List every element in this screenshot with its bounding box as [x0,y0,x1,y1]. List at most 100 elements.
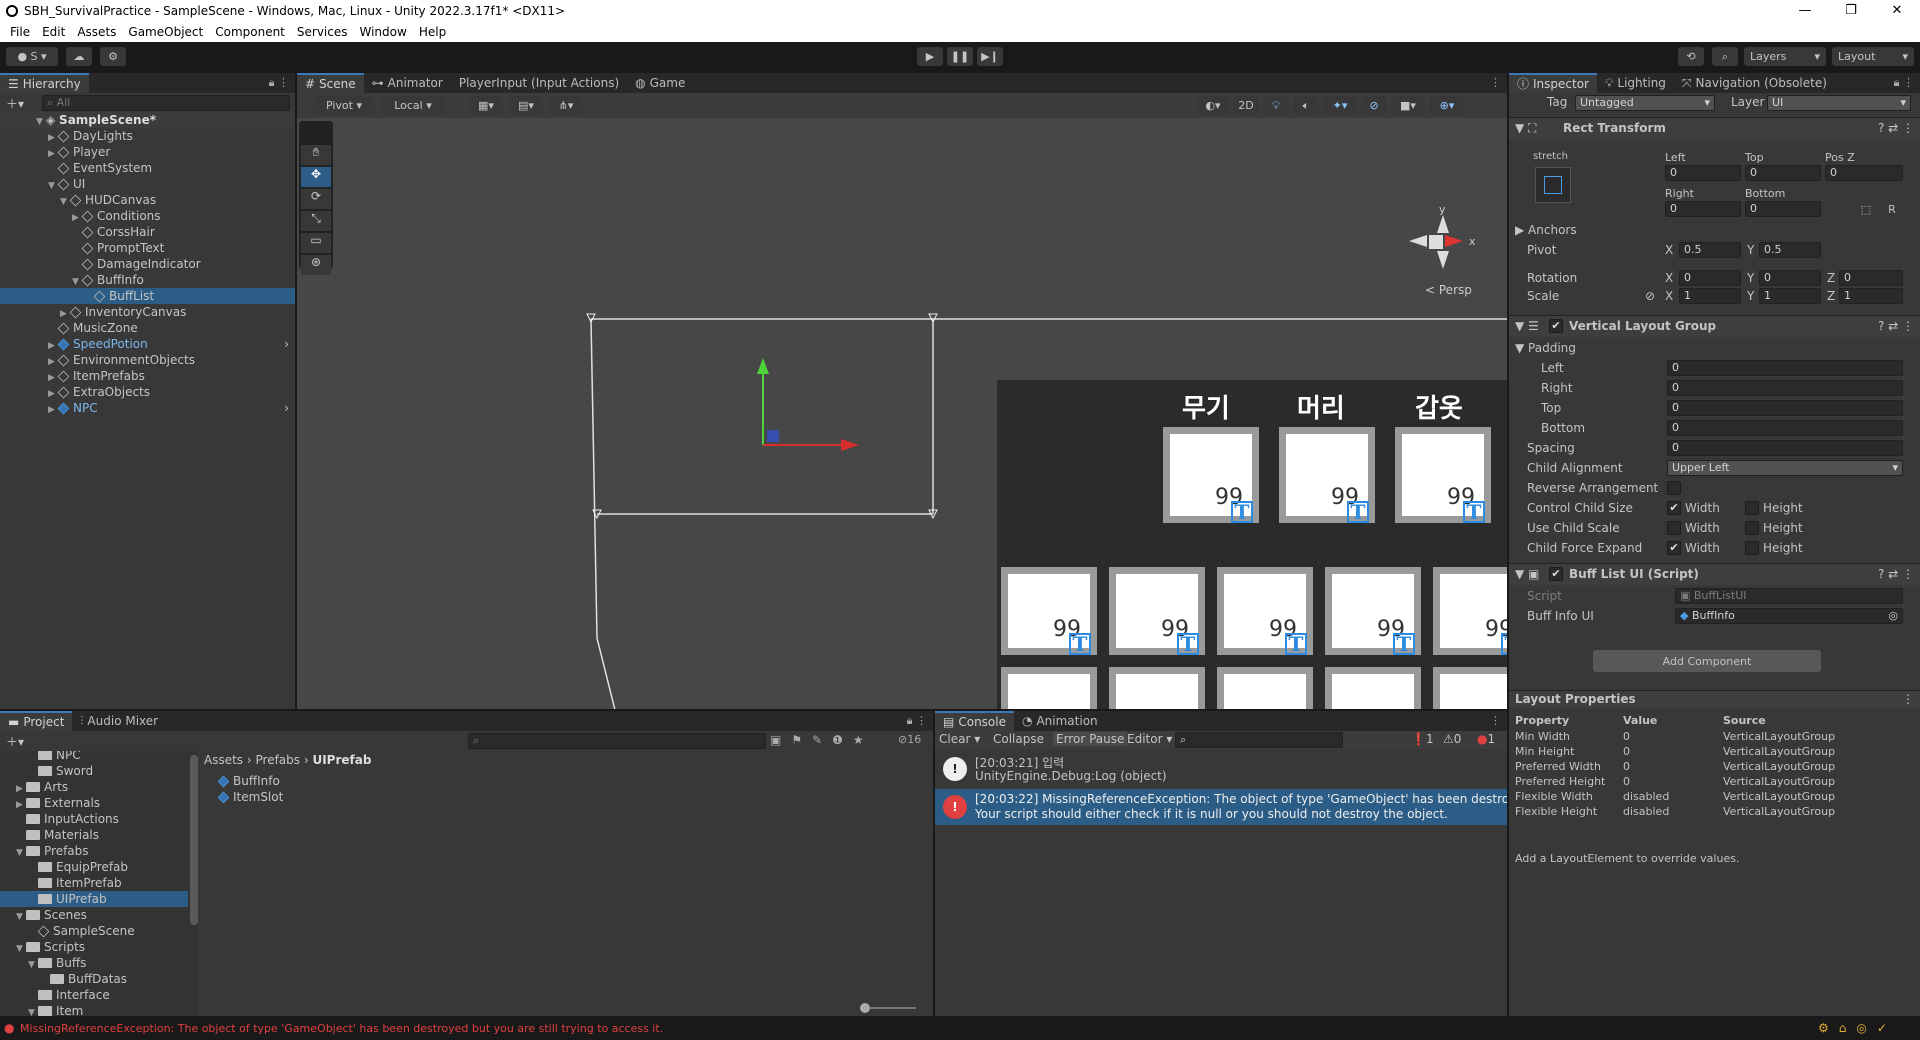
step-button[interactable]: ▶❙ [977,47,1003,66]
reverse-arrangement-checkbox[interactable] [1667,481,1681,495]
scale-z-field[interactable]: 1 [1839,288,1903,304]
project-folder-item[interactable]: ▼ Prefabs [0,843,188,859]
project-folder-item[interactable]: ▼ Buffs [0,955,188,971]
tab-scene[interactable]: # Scene [297,73,364,93]
project-folder-item[interactable]: ▼ Item [0,1003,188,1016]
hierarchy-item[interactable]: DamageIndicator [0,256,295,272]
scene-root-row[interactable]: ▼ ◈ SampleScene* [0,112,295,128]
minimize-icon[interactable]: — [1782,3,1828,18]
menu-assets[interactable]: Assets [71,25,122,39]
tab-project[interactable]: ▬ Project [0,711,73,731]
tab-inspector[interactable]: ⓘ Inspector [1509,73,1597,93]
expand-width-checkbox[interactable]: ✔ [1667,541,1681,555]
2d-toggle[interactable]: 2D [1233,96,1259,115]
tab-playerinput[interactable]: PlayerInput (Input Actions) [451,73,627,93]
hierarchy-item[interactable]: ▶ DayLights [0,128,295,144]
warn-count-toggle[interactable]: ⚠0 [1443,732,1461,746]
vlg-enabled-checkbox[interactable]: ✔ [1549,319,1563,333]
anchors-foldout[interactable]: ▶ Anchors [1515,223,1577,237]
control-height-checkbox[interactable] [1745,501,1759,515]
grid-toggle-icon[interactable]: ▤▾ [509,96,543,115]
padding-right-field[interactable]: 0 [1667,380,1903,396]
buff-info-ui-field[interactable]: ◆ BuffInfo ◎ [1675,608,1903,624]
padding-bottom-field[interactable]: 0 [1667,420,1903,436]
padding-foldout[interactable]: ▼ Padding [1515,341,1576,355]
tag-dropdown[interactable]: Untagged ▾ [1575,95,1715,111]
anchor-preset-button[interactable] [1535,167,1571,203]
expand-arrow-icon[interactable]: ▶ [48,402,58,418]
pivot-y-field[interactable]: 0.5 [1759,242,1821,258]
tab-lighting[interactable]: 💡︎ Lighting [1597,73,1674,93]
layers-dropdown[interactable]: Layers ▾ [1744,47,1826,66]
hidden-objects-icon[interactable]: ⊘ [1361,96,1387,115]
project-folder-item[interactable]: Sword [0,763,188,779]
spacing-field[interactable]: 0 [1667,440,1903,456]
project-folder-item[interactable]: UIPrefab [0,891,188,907]
buff-list-ui-header[interactable]: ▼ ▣ ✔ Buff List UI (Script) ? ⇄ ⋮ [1509,563,1920,585]
camera-icon[interactable]: ■▾ [1391,96,1425,115]
menu-window[interactable]: Window [354,25,413,39]
hierarchy-item[interactable]: CorssHair [0,224,295,240]
blueprint-button[interactable]: ⬚ [1855,201,1877,217]
tab-animator[interactable]: ⊶ Animator [364,73,451,93]
menu-services[interactable]: Services [291,25,354,39]
collab-icon[interactable]: ⚙ [100,47,126,66]
hierarchy-item[interactable]: ▼ UI [0,176,295,192]
object-picker-icon[interactable]: ◎ [1888,609,1898,623]
hierarchy-item[interactable]: ▶ EnvironmentObjects [0,352,295,368]
scene-orientation-gizmo[interactable]: y x [1407,203,1487,283]
error-pause-button[interactable]: Error Pause [1053,732,1128,746]
status-icons[interactable]: ⚙⌂◎✓ [1818,1021,1897,1035]
hierarchy-item[interactable]: ▶ Player [0,144,295,160]
project-filter-icons[interactable]: ▣⚑✎❶★ [770,733,874,747]
add-component-button[interactable]: Add Component [1593,650,1821,672]
padding-top-field[interactable]: 0 [1667,400,1903,416]
hierarchy-item[interactable]: BuffList [0,288,295,304]
menu-file[interactable]: File [4,25,36,39]
asset-buffinfo[interactable]: BuffInfo [217,773,280,789]
search-icon[interactable]: ⌕ [1712,47,1738,66]
project-folder-item[interactable]: BuffDatas [0,971,188,987]
hidden-packages-count[interactable]: ⊘16 [898,733,921,746]
project-folder-item[interactable]: SampleScene [0,923,188,939]
layer-dropdown[interactable]: UI ▾ [1767,95,1911,111]
menu-gameobject[interactable]: GameObject [122,25,209,39]
tab-game[interactable]: ◍ Game [627,73,693,93]
layout-dropdown[interactable]: Layout ▾ [1832,47,1914,66]
hierarchy-item[interactable]: EventSystem [0,160,295,176]
grid-snap-icon[interactable]: ▦▾ [469,96,503,115]
console-entry-error[interactable]: ! [20:03:22] MissingReferenceException: … [935,789,1507,825]
script-enabled-checkbox[interactable]: ✔ [1549,567,1563,581]
project-create-button[interactable]: ＋▾ [6,733,24,750]
help-icon[interactable]: ? ⇄ ⋮ [1878,567,1914,581]
vertical-layout-group-header[interactable]: ▼ ☰ ✔ Vertical Layout Group ? ⇄ ⋮ [1509,315,1920,337]
menu-help[interactable]: Help [413,25,452,39]
pause-button[interactable]: ❚❚ [947,47,973,66]
project-folder-item[interactable]: ▼ Scripts [0,939,188,955]
hierarchy-item[interactable]: ▶ ExtraObjects [0,384,295,400]
persp-label[interactable]: < Persp [1425,283,1472,297]
clear-button[interactable]: Clear ▾ [939,732,980,746]
history-icon[interactable]: ⟲ [1678,47,1704,66]
bottom-field[interactable]: 0 [1745,201,1821,217]
account-button[interactable]: ● S ▾ [6,47,58,66]
asset-itemslot[interactable]: ItemSlot [217,789,283,805]
scale-x-field[interactable]: 1 [1679,288,1741,304]
effects-icon[interactable]: ✦▾ [1323,96,1357,115]
scale-height-checkbox[interactable] [1745,521,1759,535]
increment-snap-icon[interactable]: ⋔▾ [549,96,583,115]
project-folder-item[interactable]: ▶ Arts [0,779,188,795]
breadcrumb-assets[interactable]: Assets [204,753,243,767]
pivot-x-field[interactable]: 0.5 [1679,242,1741,258]
hierarchy-item[interactable]: ▶ Conditions [0,208,295,224]
scale-width-checkbox[interactable] [1667,521,1681,535]
scale-y-field[interactable]: 1 [1759,288,1821,304]
posz-field[interactable]: 0 [1825,165,1903,181]
help-icon[interactable]: ? ⇄ ⋮ [1878,121,1914,135]
zoom-slider[interactable] [860,1003,916,1013]
hierarchy-item[interactable]: MusicZone [0,320,295,336]
rect-transform-header[interactable]: ▼ ⛶ Rect Transform ? ⇄ ⋮ [1509,117,1920,139]
right-field[interactable]: 0 [1665,201,1741,217]
console-entry-log[interactable]: ! [20:03:21] 입력 UnityEngine.Debug:Log (o… [935,751,1507,787]
menu-edit[interactable]: Edit [36,25,71,39]
